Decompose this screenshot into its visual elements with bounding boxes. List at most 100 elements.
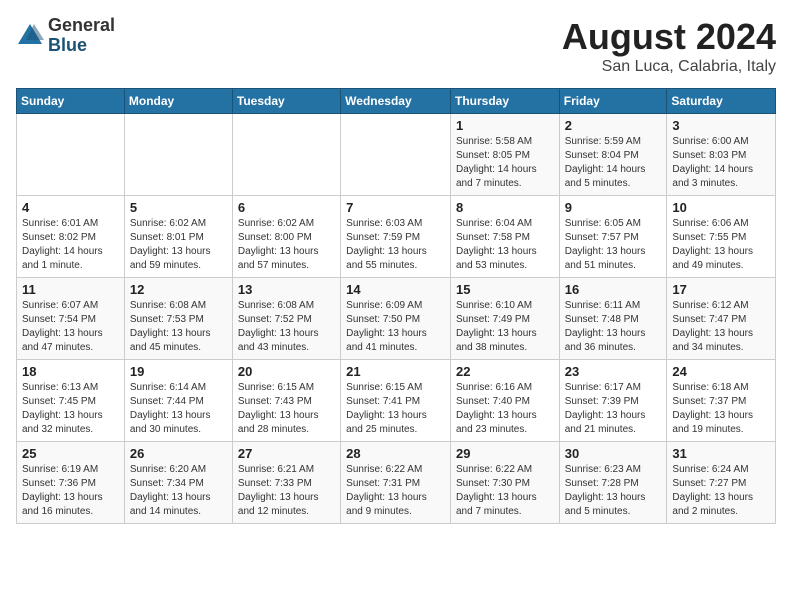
day-number: 2: [565, 118, 662, 133]
calendar-cell: 11 Sunrise: 6:07 AM Sunset: 7:54 PM Dayli…: [17, 278, 125, 360]
day-number: 13: [238, 282, 335, 297]
day-info: Sunrise: 6:20 AM Sunset: 7:34 PM Dayligh…: [130, 463, 227, 519]
calendar-cell: 17 Sunrise: 6:12 AM Sunset: 7:47 PM Dayli…: [667, 278, 776, 360]
day-number: 12: [130, 282, 227, 297]
calendar-cell: 26 Sunrise: 6:20 AM Sunset: 7:34 PM Dayli…: [124, 442, 232, 524]
calendar-cell: 29Sunrise: 6:22 AM Sunset: 7:30 PM Dayli…: [450, 442, 559, 524]
day-number: 29: [456, 446, 554, 461]
day-number: 5: [130, 200, 227, 215]
day-info: Sunrise: 6:03 AM Sunset: 7:59 PM Dayligh…: [346, 217, 445, 273]
calendar-week-2: 4 Sunrise: 6:01 AM Sunset: 8:02 PM Daylig…: [17, 196, 776, 278]
day-info: Sunrise: 6:12 AM Sunset: 7:47 PM Dayligh…: [672, 299, 770, 355]
calendar-cell: 7 Sunrise: 6:03 AM Sunset: 7:59 PM Daylig…: [341, 196, 451, 278]
day-number: 10: [672, 200, 770, 215]
calendar-cell: 19 Sunrise: 6:14 AM Sunset: 7:44 PM Dayli…: [124, 360, 232, 442]
day-info: Sunrise: 6:17 AM Sunset: 7:39 PM Dayligh…: [565, 381, 662, 437]
day-number: 6: [238, 200, 335, 215]
calendar-cell: 28Sunrise: 6:22 AM Sunset: 7:31 PM Dayli…: [341, 442, 451, 524]
calendar-cell: 14 Sunrise: 6:09 AM Sunset: 7:50 PM Dayli…: [341, 278, 451, 360]
header-cell-friday: Friday: [559, 89, 667, 114]
day-info: Sunrise: 6:16 AM Sunset: 7:40 PM Dayligh…: [456, 381, 554, 437]
day-info: Sunrise: 6:14 AM Sunset: 7:44 PM Dayligh…: [130, 381, 227, 437]
calendar-cell: 1Sunrise: 5:58 AM Sunset: 8:05 PM Daylig…: [450, 114, 559, 196]
calendar-subtitle: San Luca, Calabria, Italy: [562, 58, 776, 76]
day-number: 1: [456, 118, 554, 133]
calendar-cell: 13 Sunrise: 6:08 AM Sunset: 7:52 PM Dayli…: [232, 278, 340, 360]
day-number: 16: [565, 282, 662, 297]
day-info: Sunrise: 6:04 AM Sunset: 7:58 PM Dayligh…: [456, 217, 554, 273]
calendar-cell: 4 Sunrise: 6:01 AM Sunset: 8:02 PM Daylig…: [17, 196, 125, 278]
logo-icon: [16, 22, 44, 50]
day-number: 22: [456, 364, 554, 379]
day-info: Sunrise: 5:59 AM Sunset: 8:04 PM Dayligh…: [565, 135, 662, 191]
day-info: Sunrise: 6:02 AM Sunset: 8:01 PM Dayligh…: [130, 217, 227, 273]
header-cell-saturday: Saturday: [667, 89, 776, 114]
logo-general-text: General: [48, 16, 115, 36]
day-number: 11: [22, 282, 119, 297]
calendar-cell: 25 Sunrise: 6:19 AM Sunset: 7:36 PM Dayli…: [17, 442, 125, 524]
calendar-cell: 18Sunrise: 6:13 AM Sunset: 7:45 PM Dayli…: [17, 360, 125, 442]
calendar-cell: 10 Sunrise: 6:06 AM Sunset: 7:55 PM Dayli…: [667, 196, 776, 278]
day-number: 27: [238, 446, 335, 461]
day-info: Sunrise: 6:07 AM Sunset: 7:54 PM Dayligh…: [22, 299, 119, 355]
calendar-cell: 23 Sunrise: 6:17 AM Sunset: 7:39 PM Dayli…: [559, 360, 667, 442]
day-number: 17: [672, 282, 770, 297]
calendar-cell: 30Sunrise: 6:23 AM Sunset: 7:28 PM Dayli…: [559, 442, 667, 524]
calendar-cell: [124, 114, 232, 196]
day-number: 7: [346, 200, 445, 215]
calendar-cell: [341, 114, 451, 196]
header-row: SundayMondayTuesdayWednesdayThursdayFrid…: [17, 89, 776, 114]
calendar-cell: 8 Sunrise: 6:04 AM Sunset: 7:58 PM Daylig…: [450, 196, 559, 278]
calendar-title: August 2024: [562, 16, 776, 58]
day-info: Sunrise: 6:24 AM Sunset: 7:27 PM Dayligh…: [672, 463, 770, 519]
day-info: Sunrise: 6:00 AM Sunset: 8:03 PM Dayligh…: [672, 135, 770, 191]
day-number: 19: [130, 364, 227, 379]
calendar-week-1: 1Sunrise: 5:58 AM Sunset: 8:05 PM Daylig…: [17, 114, 776, 196]
calendar-week-3: 11 Sunrise: 6:07 AM Sunset: 7:54 PM Dayli…: [17, 278, 776, 360]
calendar-cell: [232, 114, 340, 196]
calendar-table: SundayMondayTuesdayWednesdayThursdayFrid…: [16, 88, 776, 524]
calendar-week-5: 25 Sunrise: 6:19 AM Sunset: 7:36 PM Dayli…: [17, 442, 776, 524]
calendar-cell: 6 Sunrise: 6:02 AM Sunset: 8:00 PM Daylig…: [232, 196, 340, 278]
calendar-week-4: 18Sunrise: 6:13 AM Sunset: 7:45 PM Dayli…: [17, 360, 776, 442]
day-number: 8: [456, 200, 554, 215]
day-info: Sunrise: 6:06 AM Sunset: 7:55 PM Dayligh…: [672, 217, 770, 273]
calendar-cell: 20Sunrise: 6:15 AM Sunset: 7:43 PM Dayli…: [232, 360, 340, 442]
day-number: 14: [346, 282, 445, 297]
day-number: 25: [22, 446, 119, 461]
calendar-cell: 27Sunrise: 6:21 AM Sunset: 7:33 PM Dayli…: [232, 442, 340, 524]
calendar-cell: 31Sunrise: 6:24 AM Sunset: 7:27 PM Dayli…: [667, 442, 776, 524]
day-info: Sunrise: 6:01 AM Sunset: 8:02 PM Dayligh…: [22, 217, 119, 273]
day-number: 21: [346, 364, 445, 379]
day-info: Sunrise: 6:11 AM Sunset: 7:48 PM Dayligh…: [565, 299, 662, 355]
calendar-cell: [17, 114, 125, 196]
day-number: 30: [565, 446, 662, 461]
day-number: 20: [238, 364, 335, 379]
day-info: Sunrise: 6:08 AM Sunset: 7:53 PM Dayligh…: [130, 299, 227, 355]
calendar-cell: 21 Sunrise: 6:15 AM Sunset: 7:41 PM Dayli…: [341, 360, 451, 442]
day-info: Sunrise: 6:18 AM Sunset: 7:37 PM Dayligh…: [672, 381, 770, 437]
day-number: 23: [565, 364, 662, 379]
day-info: Sunrise: 6:09 AM Sunset: 7:50 PM Dayligh…: [346, 299, 445, 355]
day-number: 9: [565, 200, 662, 215]
day-info: Sunrise: 6:05 AM Sunset: 7:57 PM Dayligh…: [565, 217, 662, 273]
calendar-cell: 15Sunrise: 6:10 AM Sunset: 7:49 PM Dayli…: [450, 278, 559, 360]
calendar-cell: 24 Sunrise: 6:18 AM Sunset: 7:37 PM Dayli…: [667, 360, 776, 442]
header-cell-thursday: Thursday: [450, 89, 559, 114]
day-info: Sunrise: 6:15 AM Sunset: 7:41 PM Dayligh…: [346, 381, 445, 437]
header-cell-monday: Monday: [124, 89, 232, 114]
day-info: Sunrise: 6:08 AM Sunset: 7:52 PM Dayligh…: [238, 299, 335, 355]
header-cell-wednesday: Wednesday: [341, 89, 451, 114]
title-block: August 2024 San Luca, Calabria, Italy: [562, 16, 776, 76]
calendar-cell: 9 Sunrise: 6:05 AM Sunset: 7:57 PM Daylig…: [559, 196, 667, 278]
day-info: Sunrise: 6:02 AM Sunset: 8:00 PM Dayligh…: [238, 217, 335, 273]
page-header: General Blue August 2024 San Luca, Calab…: [16, 16, 776, 76]
day-number: 24: [672, 364, 770, 379]
day-info: Sunrise: 6:19 AM Sunset: 7:36 PM Dayligh…: [22, 463, 119, 519]
day-number: 4: [22, 200, 119, 215]
calendar-cell: 2 Sunrise: 5:59 AM Sunset: 8:04 PM Daylig…: [559, 114, 667, 196]
day-info: Sunrise: 6:22 AM Sunset: 7:31 PM Dayligh…: [346, 463, 445, 519]
day-number: 26: [130, 446, 227, 461]
day-number: 15: [456, 282, 554, 297]
calendar-cell: 3Sunrise: 6:00 AM Sunset: 8:03 PM Daylig…: [667, 114, 776, 196]
